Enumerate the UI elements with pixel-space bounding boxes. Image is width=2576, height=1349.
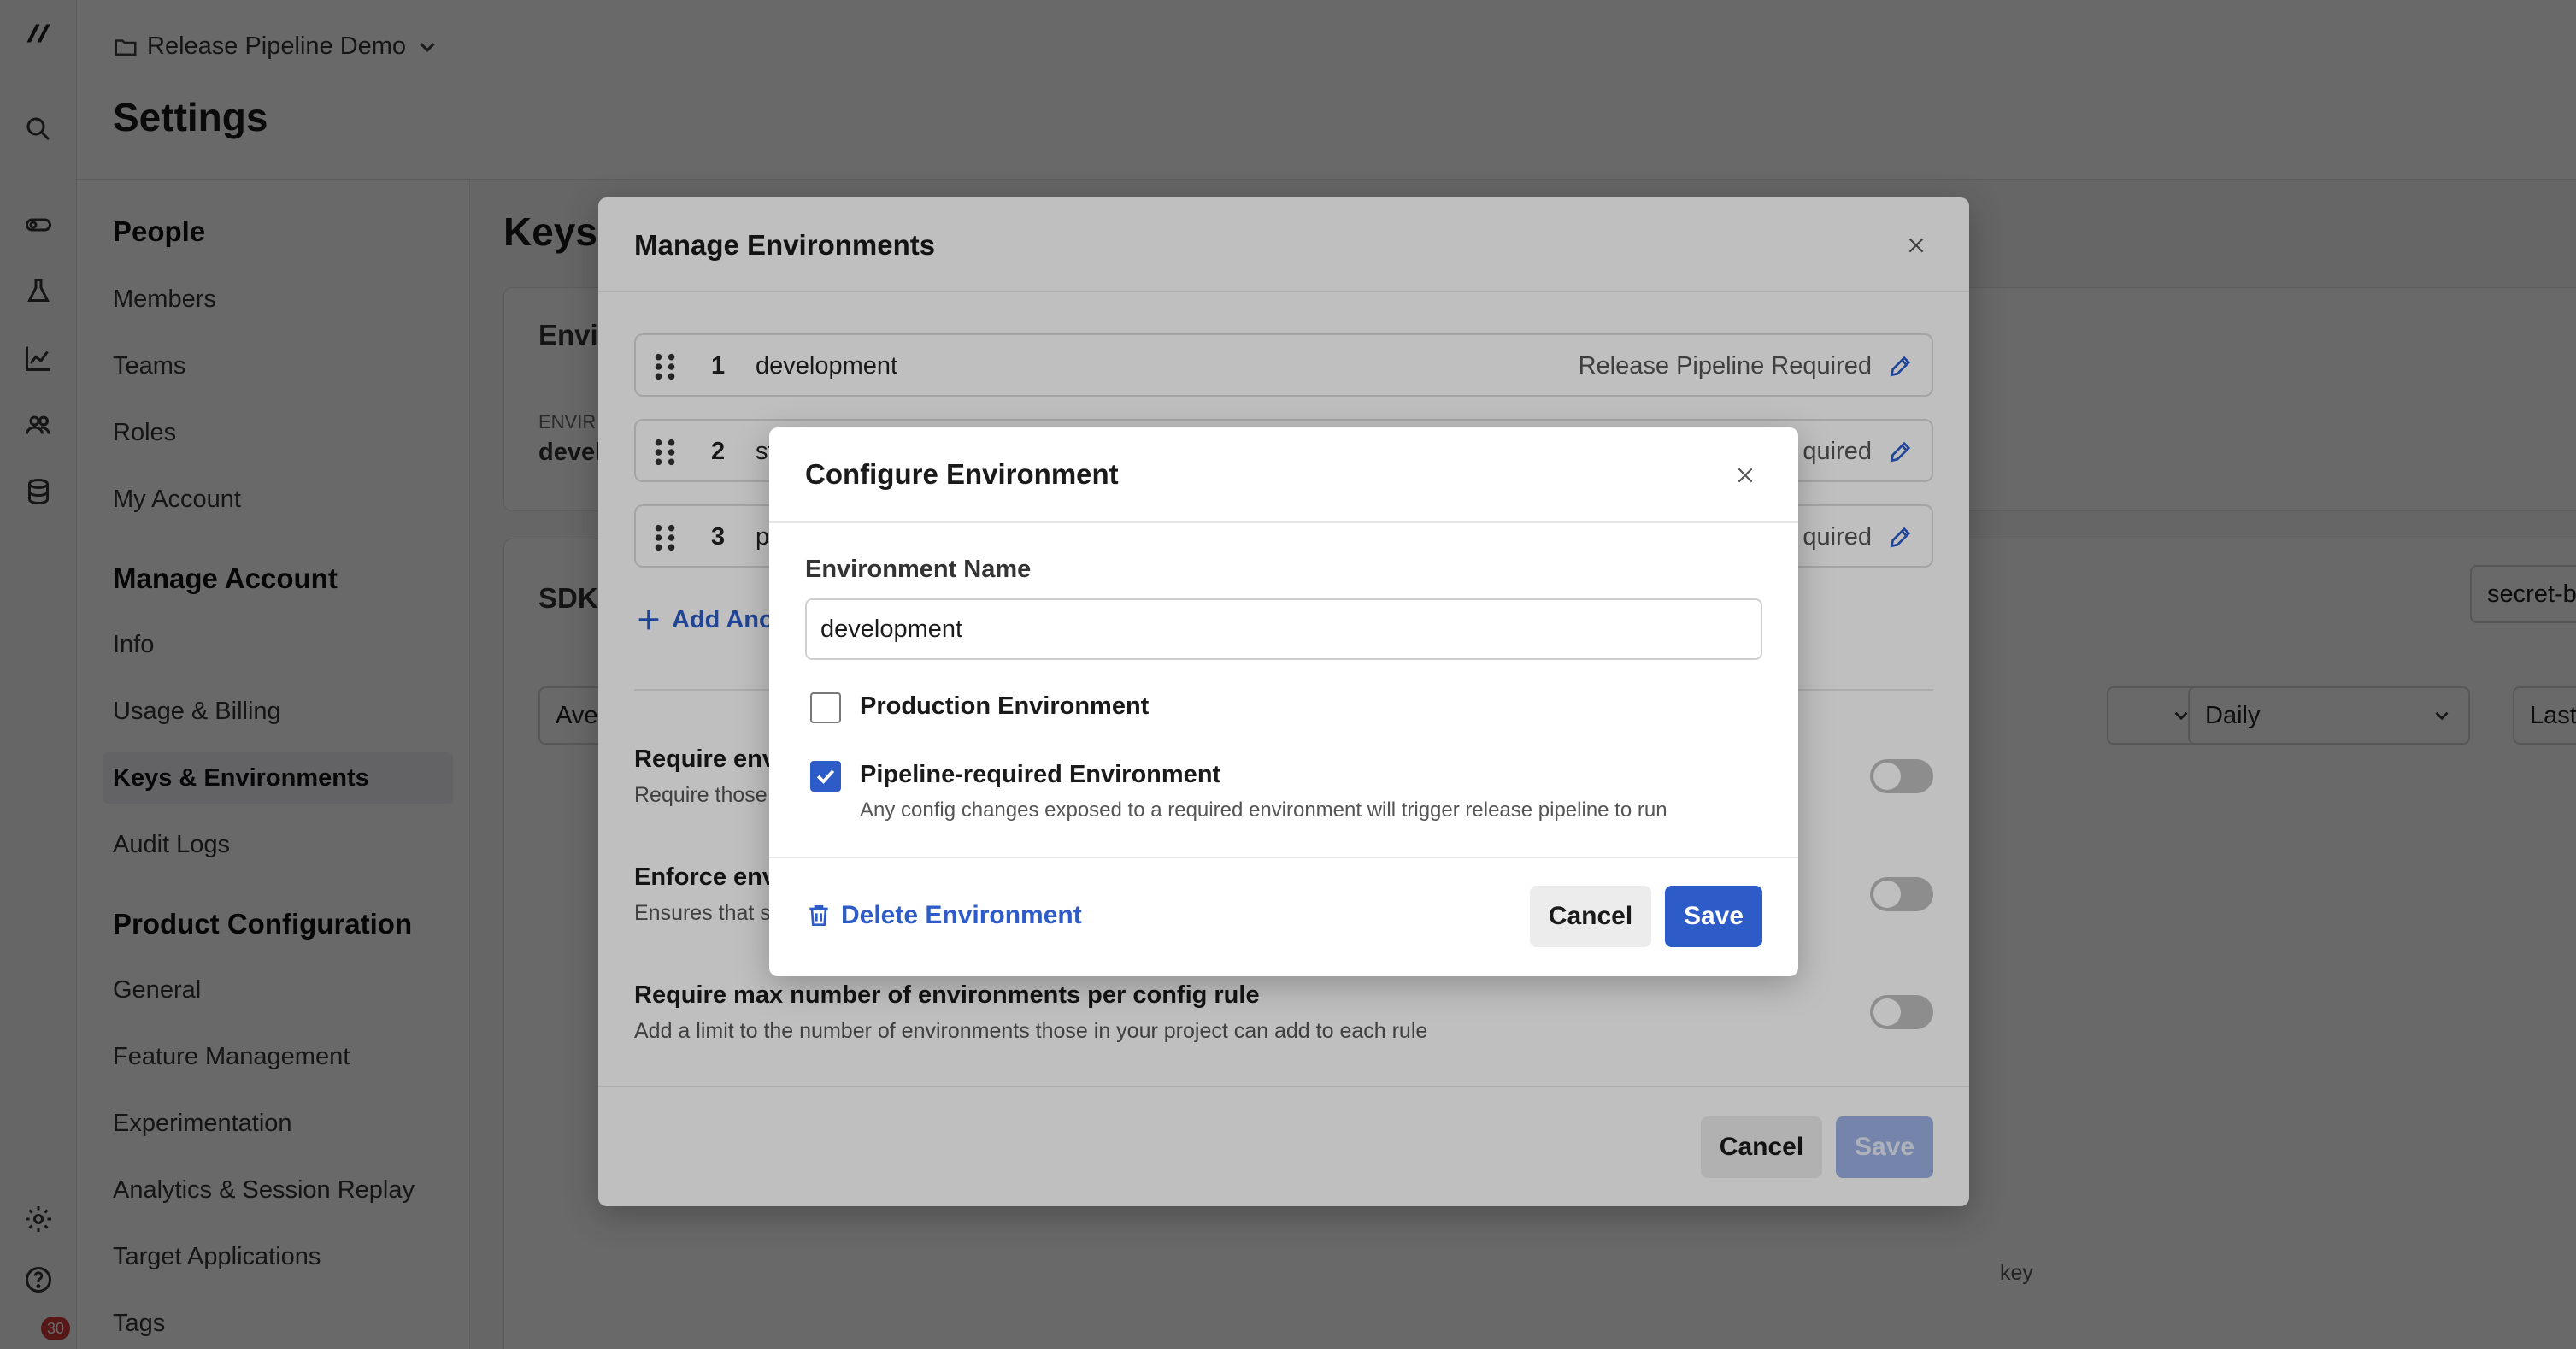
configure-environment-title: Configure Environment [805, 458, 1119, 490]
save-button[interactable]: Save [1665, 886, 1762, 947]
close-icon[interactable] [1728, 458, 1762, 492]
environment-name-label: Environment Name [805, 556, 1032, 583]
divider [769, 521, 1798, 523]
pipeline-required-checkbox[interactable] [810, 761, 841, 792]
trash-icon [809, 905, 828, 926]
production-environment-checkbox[interactable] [810, 692, 841, 723]
environment-name-input[interactable] [805, 598, 1762, 660]
cancel-button[interactable]: Cancel [1530, 886, 1651, 947]
divider [769, 857, 1798, 858]
pipeline-required-label: Pipeline-required Environment [860, 761, 1221, 788]
delete-environment-link[interactable]: Delete Environment [805, 901, 1082, 930]
production-environment-label: Production Environment [860, 692, 1150, 720]
delete-environment-label: Delete Environment [841, 901, 1082, 929]
pipeline-required-help: Any config changes exposed to a required… [860, 798, 1667, 822]
checkmark-icon [816, 769, 835, 784]
